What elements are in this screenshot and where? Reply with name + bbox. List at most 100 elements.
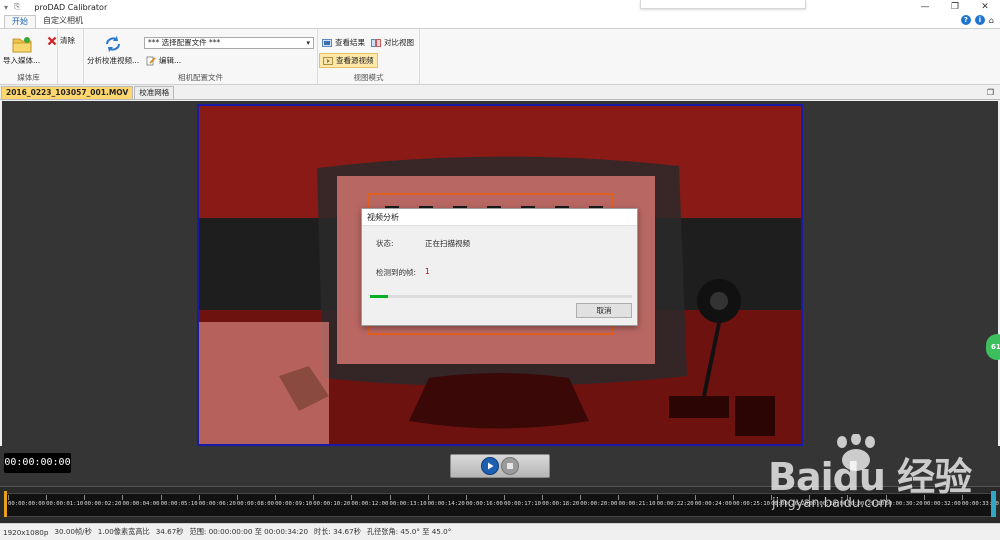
profile-select[interactable]: *** 选择配置文件 *** ▾	[144, 37, 314, 49]
timeline-tick-label: 00:00:05:10	[160, 501, 198, 507]
minimize-button[interactable]: —	[910, 0, 940, 14]
status-resolution: 1920x1080p	[3, 527, 49, 537]
folder-icon	[12, 37, 31, 53]
edit-profile-button[interactable]: 编辑...	[146, 55, 181, 66]
view-source-button[interactable]: 查看源视频	[319, 53, 378, 68]
status-framerate: 30.00帧/秒	[54, 527, 92, 536]
quick-access-toolbar: ▾ ⎘	[0, 2, 20, 12]
ribbon: 导入媒体... 清除 媒体库 分析校准视频... 相机配置文件 *** 选择配置…	[0, 28, 1000, 85]
clear-label: 清除	[60, 36, 75, 45]
ribbon-tab-bar: 开始 自定义相机 ? i ⌂	[0, 14, 1000, 28]
edit-icon	[146, 56, 156, 65]
timeline-tick-mark	[84, 495, 86, 500]
view-source-label: 查看源视频	[336, 56, 374, 65]
red-x-icon	[47, 36, 57, 45]
status-value: 正在扫描视频	[425, 239, 470, 248]
results-icon	[322, 38, 332, 47]
source-video-icon	[323, 56, 333, 65]
timeline-tick-label: 00:00:08:00	[236, 501, 274, 507]
restore-window-icon[interactable]: ❐	[987, 88, 994, 97]
timeline-tick-mark	[198, 495, 200, 500]
floating-panel	[640, 0, 806, 9]
group-label-view: 视图模式	[353, 73, 384, 82]
tab-calibration-grid[interactable]: 校准网格	[134, 86, 175, 99]
edit-profile-label: 编辑...	[159, 56, 182, 65]
frames-detected-label: 检测到的帧:	[376, 268, 417, 277]
status-range: 范围: 00:00:00:00 至 00:00:34:20	[189, 527, 309, 536]
compare-view-button[interactable]: 对比视图	[371, 37, 414, 48]
timeline-tick-mark	[46, 495, 48, 500]
timeline-playhead[interactable]	[4, 491, 7, 517]
clear-button[interactable]: 清除	[47, 35, 75, 46]
video-analysis-dialog: 视频分析 状态: 正在扫描视频 检测到的帧: 1 取消	[361, 208, 638, 326]
quick-access-copy-icon[interactable]: ⎘	[14, 2, 20, 12]
timeline-tick-mark	[351, 495, 353, 500]
import-media-label: 导入媒体...	[3, 56, 41, 65]
timeline-tick-label: 00:00:12:00	[351, 501, 389, 507]
import-media-button[interactable]: 导入媒体...	[3, 35, 40, 66]
play-icon	[488, 462, 494, 470]
watermark-url: jingyan.baidu.com	[772, 496, 892, 511]
timeline-tick-label: 00:00:20:00	[580, 501, 618, 507]
timeline-tick-mark	[618, 495, 620, 500]
timeline-tick-mark	[160, 495, 162, 500]
close-button[interactable]: ✕	[970, 0, 1000, 14]
play-button[interactable]	[481, 457, 499, 475]
analyze-calibration-label: 分析校准视频...	[87, 56, 140, 65]
timeline-tick-mark	[732, 495, 734, 500]
cancel-button[interactable]: 取消	[576, 303, 632, 318]
transport-controls	[450, 454, 550, 478]
timeline-tick-label: 00:00:13:10	[389, 501, 427, 507]
timeline-tick-label: 00:00:24:00	[694, 501, 732, 507]
timeline-tick-label: 00:00:16:00	[465, 501, 503, 507]
chevron-down-icon: ▾	[306, 39, 310, 47]
timeline-tick-label: 00:00:02:20	[84, 501, 122, 507]
analysis-progress-fill	[370, 295, 389, 298]
title-bar: ▾ ⎘ proDAD Calibrator — ❐ ✕	[0, 0, 1000, 14]
timeline-tick-mark	[122, 495, 124, 500]
timecode-display: 00:00:00:00	[4, 453, 71, 473]
timeline-tick-mark	[275, 495, 277, 500]
home-icon[interactable]: ⌂	[989, 16, 994, 25]
status-label: 状态:	[376, 239, 394, 248]
refresh-icon	[106, 36, 121, 52]
timeline-tick-mark	[504, 495, 505, 500]
analysis-progress-bar	[370, 295, 632, 298]
timeline-tick-mark	[465, 495, 467, 500]
help-area: ? i ⌂	[960, 15, 994, 25]
frames-detected-value: 1	[425, 267, 430, 276]
timeline-tick-label: 00:00:10:20	[313, 501, 351, 507]
timeline-tick-mark	[236, 495, 238, 500]
view-results-label: 查看结果	[335, 38, 365, 47]
tab-custom-camera[interactable]: 自定义相机	[36, 15, 90, 28]
watermark-brand: Baidu 经验	[768, 455, 972, 499]
maximize-button[interactable]: ❐	[940, 0, 970, 14]
timeline-tick-label: 00:00:22:20	[656, 501, 694, 507]
tab-video-file[interactable]: 2016_0223_103057_001.MOV	[1, 86, 134, 99]
group-label-profile: 相机配置文件	[178, 73, 223, 82]
stop-button[interactable]	[501, 457, 519, 475]
timeline-tick-label: 00:00:14:20	[427, 501, 465, 507]
info-icon[interactable]: i	[974, 15, 985, 25]
timeline-tick-label: 00:00:06:20	[198, 501, 236, 507]
timeline-tick-mark	[580, 495, 582, 500]
timeline-tick-mark	[427, 495, 429, 500]
compare-view-label: 对比视图	[384, 38, 414, 47]
timeline-tick-mark	[694, 495, 696, 500]
help-icon[interactable]: ?	[960, 15, 971, 25]
analyze-calibration-button[interactable]: 分析校准视频...	[87, 35, 139, 66]
tab-home[interactable]: 开始	[4, 15, 36, 28]
timeline-tick-label: 00:00:00:00	[8, 501, 46, 507]
window-controls: — ❐ ✕	[910, 0, 1000, 14]
profile-select-value: *** 选择配置文件 ***	[148, 38, 221, 47]
app-window: ▾ ⎘ proDAD Calibrator — ❐ ✕ 开始 自定义相机 ? i…	[0, 0, 1000, 540]
timeline-tick-label: 00:00:18:20	[542, 501, 580, 507]
group-label-media: 媒体库	[17, 73, 40, 82]
document-tab-bar: 2016_0223_103057_001.MOV 校准网格 ❐	[0, 86, 1000, 100]
timeline-tick-label: 00:00:21:10	[618, 501, 656, 507]
quick-access-dropdown-icon[interactable]: ▾	[4, 3, 8, 12]
timeline-tick-mark	[656, 495, 658, 500]
timeline-tick-label: 00:00:17:10	[504, 501, 542, 507]
side-counter-badge[interactable]: 61	[986, 334, 1000, 360]
view-results-button[interactable]: 查看结果	[322, 37, 365, 48]
